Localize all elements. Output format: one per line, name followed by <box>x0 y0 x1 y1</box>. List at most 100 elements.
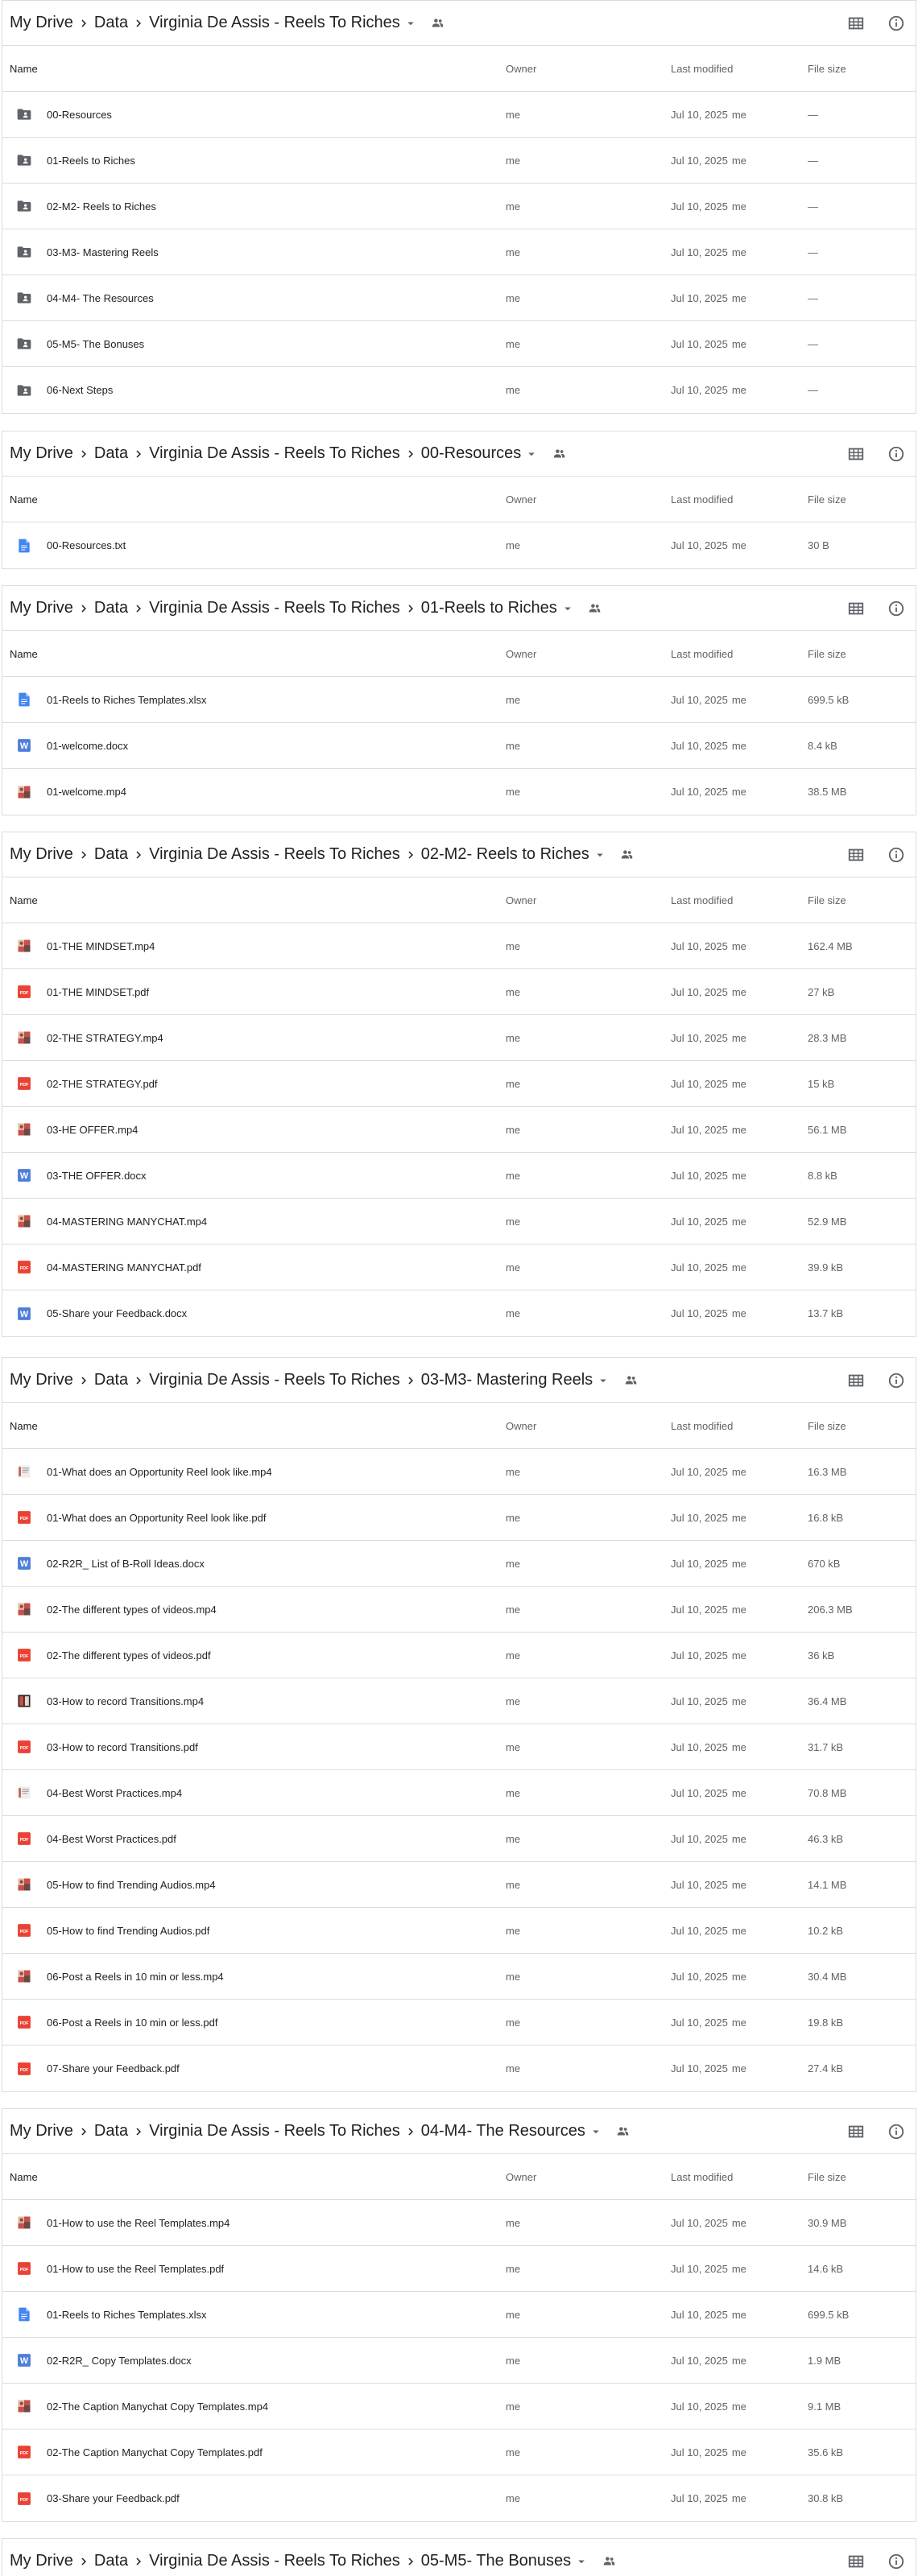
column-last-modified[interactable]: Last modified <box>671 631 733 676</box>
grid-view-icon[interactable] <box>846 14 866 33</box>
file-row[interactable]: PDF 02-The different types of videos.pdf m… <box>2 1633 916 1678</box>
breadcrumb-item[interactable]: Virginia De Assis - Reels To Riches <box>149 845 400 864</box>
file-row[interactable]: W 05-Share your Feedback.docx me Jul 10, 20… <box>2 1290 916 1336</box>
breadcrumb-item[interactable]: Data <box>94 14 128 32</box>
file-row[interactable]: 04-M4- The Resources me Jul 10, 2025 me — <box>2 275 916 321</box>
file-row[interactable]: W 02-R2R_ List of B-Roll Ideas.docx me Jul … <box>2 1541 916 1587</box>
breadcrumb-item[interactable]: Virginia De Assis - Reels To Riches <box>149 14 400 32</box>
column-owner[interactable]: Owner <box>506 46 536 91</box>
file-row[interactable]: 03-HE OFFER.mp4 me Jul 10, 2025 me 56.1 MB <box>2 1107 916 1153</box>
breadcrumb-item[interactable]: Virginia De Assis - Reels To Riches <box>149 2552 400 2570</box>
breadcrumb-item[interactable]: 05-M5- The Bonuses <box>421 2552 571 2570</box>
column-file-size[interactable]: File size <box>808 2154 846 2199</box>
info-icon[interactable] <box>887 845 906 865</box>
breadcrumb-item[interactable]: Data <box>94 599 128 617</box>
column-owner[interactable]: Owner <box>506 477 536 522</box>
file-row[interactable]: 03-M3- Mastering Reels me Jul 10, 2025 me — <box>2 229 916 275</box>
column-owner[interactable]: Owner <box>506 2154 536 2199</box>
file-row[interactable]: 06-Next Steps me Jul 10, 2025 me — <box>2 367 916 413</box>
breadcrumb-item[interactable]: Data <box>94 2122 128 2140</box>
file-row[interactable]: PDF 03-How to record Transitions.pdf me Jul… <box>2 1724 916 1770</box>
breadcrumb-item[interactable]: Data <box>94 2552 128 2570</box>
info-icon[interactable] <box>887 444 906 464</box>
column-name[interactable]: Name <box>10 477 38 522</box>
column-last-modified[interactable]: Last modified <box>671 877 733 923</box>
grid-view-icon[interactable] <box>846 2552 866 2571</box>
breadcrumb-item[interactable]: Virginia De Assis - Reels To Riches <box>149 1371 400 1389</box>
breadcrumb-item[interactable]: Virginia De Assis - Reels To Riches <box>149 444 400 463</box>
dropdown-caret-icon[interactable] <box>523 446 540 462</box>
column-name[interactable]: Name <box>10 46 38 91</box>
grid-view-icon[interactable] <box>846 599 866 618</box>
dropdown-caret-icon[interactable] <box>592 847 608 863</box>
column-name[interactable]: Name <box>10 1403 38 1448</box>
breadcrumb-item[interactable]: 02-M2- Reels to Riches <box>421 845 589 864</box>
file-row[interactable]: 01-Reels to Riches me Jul 10, 2025 me — <box>2 138 916 184</box>
column-name[interactable]: Name <box>10 631 38 676</box>
dropdown-caret-icon[interactable] <box>573 2553 589 2570</box>
file-row[interactable]: 04-Best Worst Practices.mp4 me Jul 10, 202… <box>2 1770 916 1816</box>
file-row[interactable]: 00-Resources me Jul 10, 2025 me — <box>2 92 916 138</box>
file-row[interactable]: 04-MASTERING MANYCHAT.mp4 me Jul 10, 2025 m… <box>2 1199 916 1245</box>
dropdown-caret-icon[interactable] <box>595 1373 611 1389</box>
file-row[interactable]: 01-What does an Opportunity Reel look li… <box>2 1449 916 1495</box>
column-last-modified[interactable]: Last modified <box>671 46 733 91</box>
breadcrumb-item[interactable]: My Drive <box>10 2552 73 2570</box>
file-row[interactable]: 01-Reels to Riches Templates.xlsx me Jul 1… <box>2 2292 916 2338</box>
file-row[interactable]: 01-How to use the Reel Templates.mp4 me Ju… <box>2 2200 916 2246</box>
breadcrumb-item[interactable]: 04-M4- The Resources <box>421 2122 585 2140</box>
breadcrumb-item[interactable]: 00-Resources <box>421 444 522 463</box>
file-row[interactable]: 03-How to record Transitions.mp4 me Jul 10… <box>2 1678 916 1724</box>
info-icon[interactable] <box>887 14 906 33</box>
file-row[interactable]: PDF 05-How to find Trending Audios.pdf me J… <box>2 1908 916 1954</box>
file-row[interactable]: 02-The different types of videos.mp4 me Ju… <box>2 1587 916 1633</box>
column-owner[interactable]: Owner <box>506 1403 536 1448</box>
column-file-size[interactable]: File size <box>808 1403 846 1448</box>
breadcrumb-item[interactable]: Data <box>94 845 128 864</box>
breadcrumb-item[interactable]: My Drive <box>10 2122 73 2140</box>
info-icon[interactable] <box>887 2122 906 2141</box>
info-icon[interactable] <box>887 599 906 618</box>
file-row[interactable]: PDF 04-MASTERING MANYCHAT.pdf me Jul 10, 20… <box>2 1245 916 1290</box>
breadcrumb-item[interactable]: My Drive <box>10 444 73 463</box>
column-last-modified[interactable]: Last modified <box>671 2154 733 2199</box>
column-file-size[interactable]: File size <box>808 631 846 676</box>
breadcrumb-item[interactable]: Virginia De Assis - Reels To Riches <box>149 599 400 617</box>
file-row[interactable]: W 03-THE OFFER.docx me Jul 10, 2025 me 8.8 kB <box>2 1153 916 1199</box>
breadcrumb-item[interactable]: My Drive <box>10 599 73 617</box>
file-row[interactable]: 02-THE STRATEGY.mp4 me Jul 10, 2025 me 28.3 … <box>2 1015 916 1061</box>
file-row[interactable]: 02-The Caption Manychat Copy Templates.m… <box>2 2384 916 2429</box>
breadcrumb-item[interactable]: 03-M3- Mastering Reels <box>421 1371 593 1389</box>
file-row[interactable]: W 01-welcome.docx me Jul 10, 2025 me 8.4 kB <box>2 723 916 769</box>
file-row[interactable]: 00-Resources.txt me Jul 10, 2025 me 30 B <box>2 522 916 568</box>
file-row[interactable]: PDF 01-What does an Opportunity Reel look… <box>2 1495 916 1541</box>
column-name[interactable]: Name <box>10 2154 38 2199</box>
dropdown-caret-icon[interactable] <box>588 2124 604 2140</box>
column-owner[interactable]: Owner <box>506 631 536 676</box>
file-row[interactable]: 05-How to find Trending Audios.mp4 me Jul … <box>2 1862 916 1908</box>
file-row[interactable]: PDF 03-Share your Feedback.pdf me Jul 10, 2… <box>2 2475 916 2521</box>
file-row[interactable]: 01-THE MINDSET.mp4 me Jul 10, 2025 me 162.4 … <box>2 923 916 969</box>
grid-view-icon[interactable] <box>846 444 866 464</box>
column-name[interactable]: Name <box>10 877 38 923</box>
file-row[interactable]: PDF 04-Best Worst Practices.pdf me Jul 10, … <box>2 1816 916 1862</box>
column-file-size[interactable]: File size <box>808 877 846 923</box>
column-file-size[interactable]: File size <box>808 46 846 91</box>
column-file-size[interactable]: File size <box>808 477 846 522</box>
column-last-modified[interactable]: Last modified <box>671 1403 733 1448</box>
file-row[interactable]: 02-M2- Reels to Riches me Jul 10, 2025 me — <box>2 184 916 229</box>
file-row[interactable]: W 02-R2R_ Copy Templates.docx me Jul 10, 20… <box>2 2338 916 2384</box>
grid-view-icon[interactable] <box>846 1371 866 1390</box>
breadcrumb-item[interactable]: Virginia De Assis - Reels To Riches <box>149 2122 400 2140</box>
dropdown-caret-icon[interactable] <box>560 601 576 617</box>
file-row[interactable]: 05-M5- The Bonuses me Jul 10, 2025 me — <box>2 321 916 367</box>
breadcrumb-item[interactable]: Data <box>94 444 128 463</box>
breadcrumb-item[interactable]: My Drive <box>10 845 73 864</box>
breadcrumb-item[interactable]: 01-Reels to Riches <box>421 599 557 617</box>
file-row[interactable]: PDF 02-THE STRATEGY.pdf me Jul 10, 2025 me 15… <box>2 1061 916 1107</box>
column-last-modified[interactable]: Last modified <box>671 477 733 522</box>
file-row[interactable]: 01-Reels to Riches Templates.xlsx me Jul 1… <box>2 677 916 723</box>
breadcrumb-item[interactable]: My Drive <box>10 14 73 32</box>
breadcrumb-item[interactable]: Data <box>94 1371 128 1389</box>
grid-view-icon[interactable] <box>846 2122 866 2141</box>
